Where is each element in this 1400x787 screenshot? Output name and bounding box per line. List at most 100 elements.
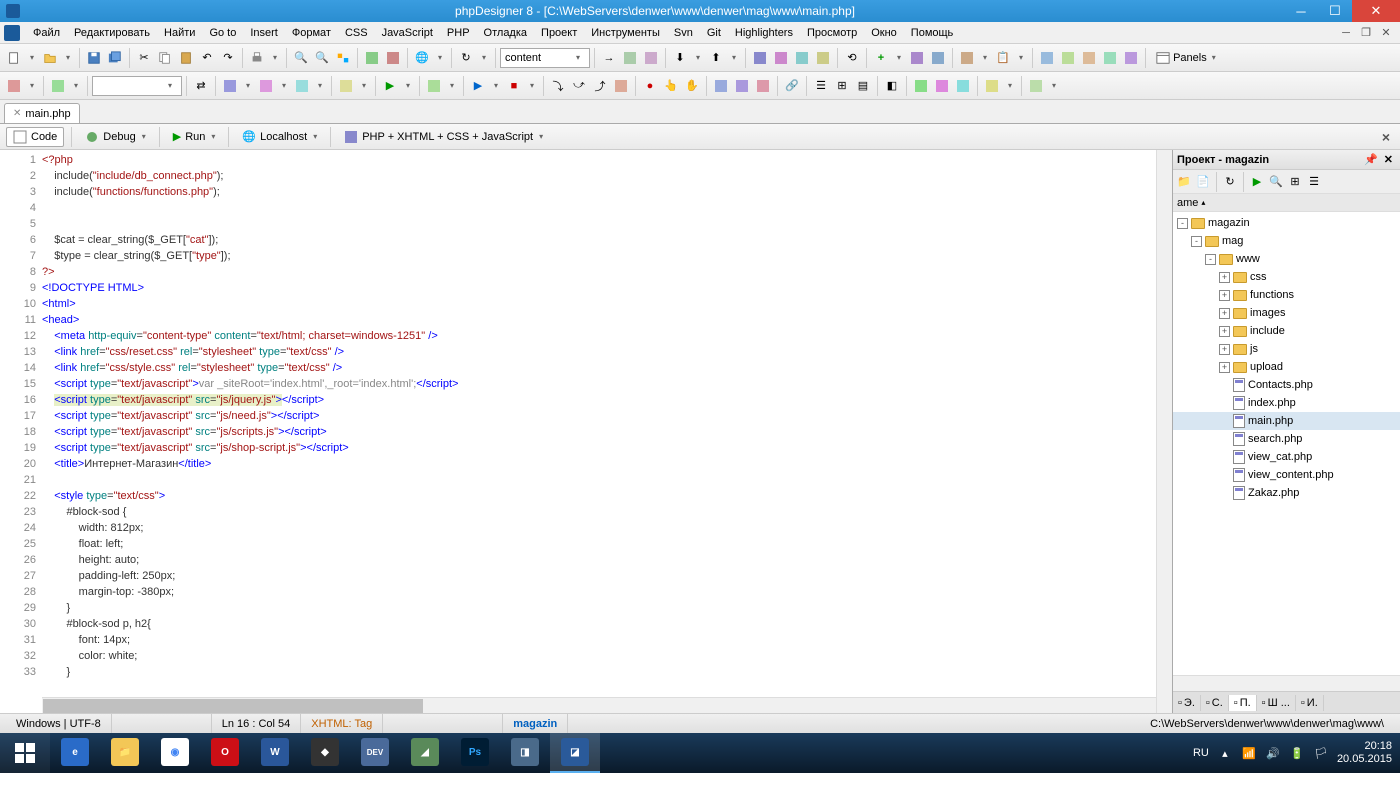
menu-найти[interactable]: Найти [157, 25, 202, 41]
project-tb-icon[interactable]: ▶ [1248, 173, 1266, 191]
toolbar-icon[interactable] [4, 76, 24, 96]
task-opera[interactable]: O [200, 733, 250, 773]
panel-close-icon[interactable]: ✕ [1384, 153, 1393, 166]
tree-folder[interactable]: +include [1173, 322, 1400, 340]
menu-просмотр[interactable]: Просмотр [800, 25, 864, 41]
project-tb-icon[interactable]: ↻ [1221, 173, 1239, 191]
toolbar-icon[interactable] [907, 48, 927, 68]
run-icon[interactable]: ▶ [380, 76, 400, 96]
toolbar-icon[interactable] [957, 48, 977, 68]
open-file-icon[interactable] [40, 48, 60, 68]
menu-файл[interactable]: Файл [26, 25, 67, 41]
menu-css[interactable]: CSS [338, 25, 375, 41]
breakpoint-icon[interactable]: ● [640, 76, 660, 96]
task-phpdesigner[interactable]: ◪ [550, 733, 600, 773]
code-content[interactable]: <?php include("include/db_connect.php");… [42, 150, 1156, 713]
tree-folder[interactable]: +css [1173, 268, 1400, 286]
step-out-icon[interactable]: ⤴ [590, 76, 610, 96]
toolbar-icon[interactable] [1026, 76, 1046, 96]
menu-insert[interactable]: Insert [243, 25, 285, 41]
tree-file[interactable]: Contacts.php [1173, 376, 1400, 394]
panel-tab[interactable]: ▫И. [1296, 695, 1324, 711]
tree-expand-icon[interactable]: - [1177, 218, 1188, 229]
tree-expand-icon[interactable]: + [1219, 362, 1230, 373]
menu-окно[interactable]: Окно [864, 25, 904, 41]
panel-tab[interactable]: ▫С. [1201, 695, 1229, 711]
toolbar-icon[interactable] [928, 48, 948, 68]
tree-expand-icon[interactable]: + [1219, 344, 1230, 355]
stop-icon[interactable]: ■ [504, 76, 524, 96]
menu-формат[interactable]: Формат [285, 25, 338, 41]
task-explorer[interactable]: 📁 [100, 733, 150, 773]
undo-icon[interactable]: ↶ [197, 48, 217, 68]
menu-отладка[interactable]: Отладка [477, 25, 534, 41]
code-editor[interactable]: 1234567891011121314151617181920212223242… [0, 150, 1172, 713]
open-file-dropdown[interactable]: ▾ [61, 53, 75, 62]
code-mode-button[interactable]: Code [6, 127, 64, 147]
toolbar-icon[interactable] [256, 76, 276, 96]
menu-php[interactable]: PHP [440, 25, 477, 41]
menu-javascript[interactable]: JavaScript [375, 25, 440, 41]
task-photoshop[interactable]: Ps [450, 733, 500, 773]
mdi-restore-button[interactable]: ❐ [1358, 26, 1374, 40]
toolbar-icon[interactable] [711, 76, 731, 96]
list-icon[interactable]: ☰ [811, 76, 831, 96]
new-file-icon[interactable] [4, 48, 24, 68]
menu-инструменты[interactable]: Инструменты [584, 25, 667, 41]
tree-folder[interactable]: +images [1173, 304, 1400, 322]
form-icon[interactable]: ▤ [853, 76, 873, 96]
project-tree[interactable]: -magazin-mag-www+css+functions+images+in… [1173, 212, 1400, 675]
task-app2[interactable]: ◢ [400, 733, 450, 773]
tree-expand-icon[interactable]: + [1219, 326, 1230, 337]
toolbar-icon[interactable]: 👆 [661, 76, 681, 96]
localhost-button[interactable]: 🌐 Localhost▾ [236, 127, 323, 147]
tab-close-icon[interactable]: ✕ [13, 108, 21, 119]
toolbar-icon[interactable] [1058, 48, 1078, 68]
cut-icon[interactable]: ✂ [134, 48, 154, 68]
reload-icon[interactable]: ↻ [456, 48, 476, 68]
project-tb-icon[interactable]: 📁 [1175, 173, 1193, 191]
tray-clock[interactable]: 20:18 20.05.2015 [1337, 740, 1392, 766]
toolbar-icon[interactable] [732, 76, 752, 96]
tree-expand-icon[interactable]: + [1219, 272, 1230, 283]
add-icon[interactable]: + [871, 48, 891, 68]
tree-expand-icon[interactable]: + [1219, 290, 1230, 301]
subtoolbar-close-icon[interactable]: × [1382, 129, 1390, 145]
tree-folder[interactable]: -mag [1173, 232, 1400, 250]
toolbar-icon[interactable] [771, 48, 791, 68]
toolbar-icon[interactable] [1121, 48, 1141, 68]
tree-header[interactable]: ame▴ [1173, 194, 1400, 212]
maximize-button[interactable]: ☐ [1318, 0, 1352, 22]
toolbar-icon[interactable] [641, 48, 661, 68]
find-next-icon[interactable]: 🔍 [312, 48, 332, 68]
save-icon[interactable] [84, 48, 104, 68]
tray-action-icon[interactable]: 🏳 [1313, 745, 1329, 761]
save-all-icon[interactable] [105, 48, 125, 68]
debug-button[interactable]: Debug▾ [79, 127, 151, 147]
content-combo[interactable]: content▾ [500, 48, 590, 68]
task-chrome[interactable]: ◉ [150, 733, 200, 773]
toolbar-icon[interactable] [383, 48, 403, 68]
tree-file[interactable]: search.php [1173, 430, 1400, 448]
menu-проект[interactable]: Проект [534, 25, 584, 41]
toolbar-icon[interactable] [292, 76, 312, 96]
print-icon[interactable] [247, 48, 267, 68]
start-button[interactable] [0, 733, 50, 773]
close-button[interactable]: ✕ [1352, 0, 1400, 22]
tree-folder[interactable]: -magazin [1173, 214, 1400, 232]
toolbar-icon[interactable] [1100, 48, 1120, 68]
tree-folder[interactable]: -www [1173, 250, 1400, 268]
tray-lang[interactable]: RU [1193, 745, 1209, 761]
panel-tab[interactable]: ▫Э. [1173, 695, 1201, 711]
project-tb-icon[interactable]: ⊞ [1286, 173, 1304, 191]
menu-git[interactable]: Git [700, 25, 728, 41]
panels-button[interactable]: Panels▾ [1150, 48, 1227, 68]
tray-network-icon[interactable]: 📶 [1241, 745, 1257, 761]
grid-icon[interactable]: ⊞ [832, 76, 852, 96]
menu-svn[interactable]: Svn [667, 25, 700, 41]
toolbar-icon[interactable]: ⬆ [706, 48, 726, 68]
language-mode-button[interactable]: PHP + XHTML + CSS + JavaScript▾ [338, 127, 549, 147]
toolbar-icon[interactable] [932, 76, 952, 96]
copy-icon[interactable] [155, 48, 175, 68]
tree-folder[interactable]: +upload [1173, 358, 1400, 376]
